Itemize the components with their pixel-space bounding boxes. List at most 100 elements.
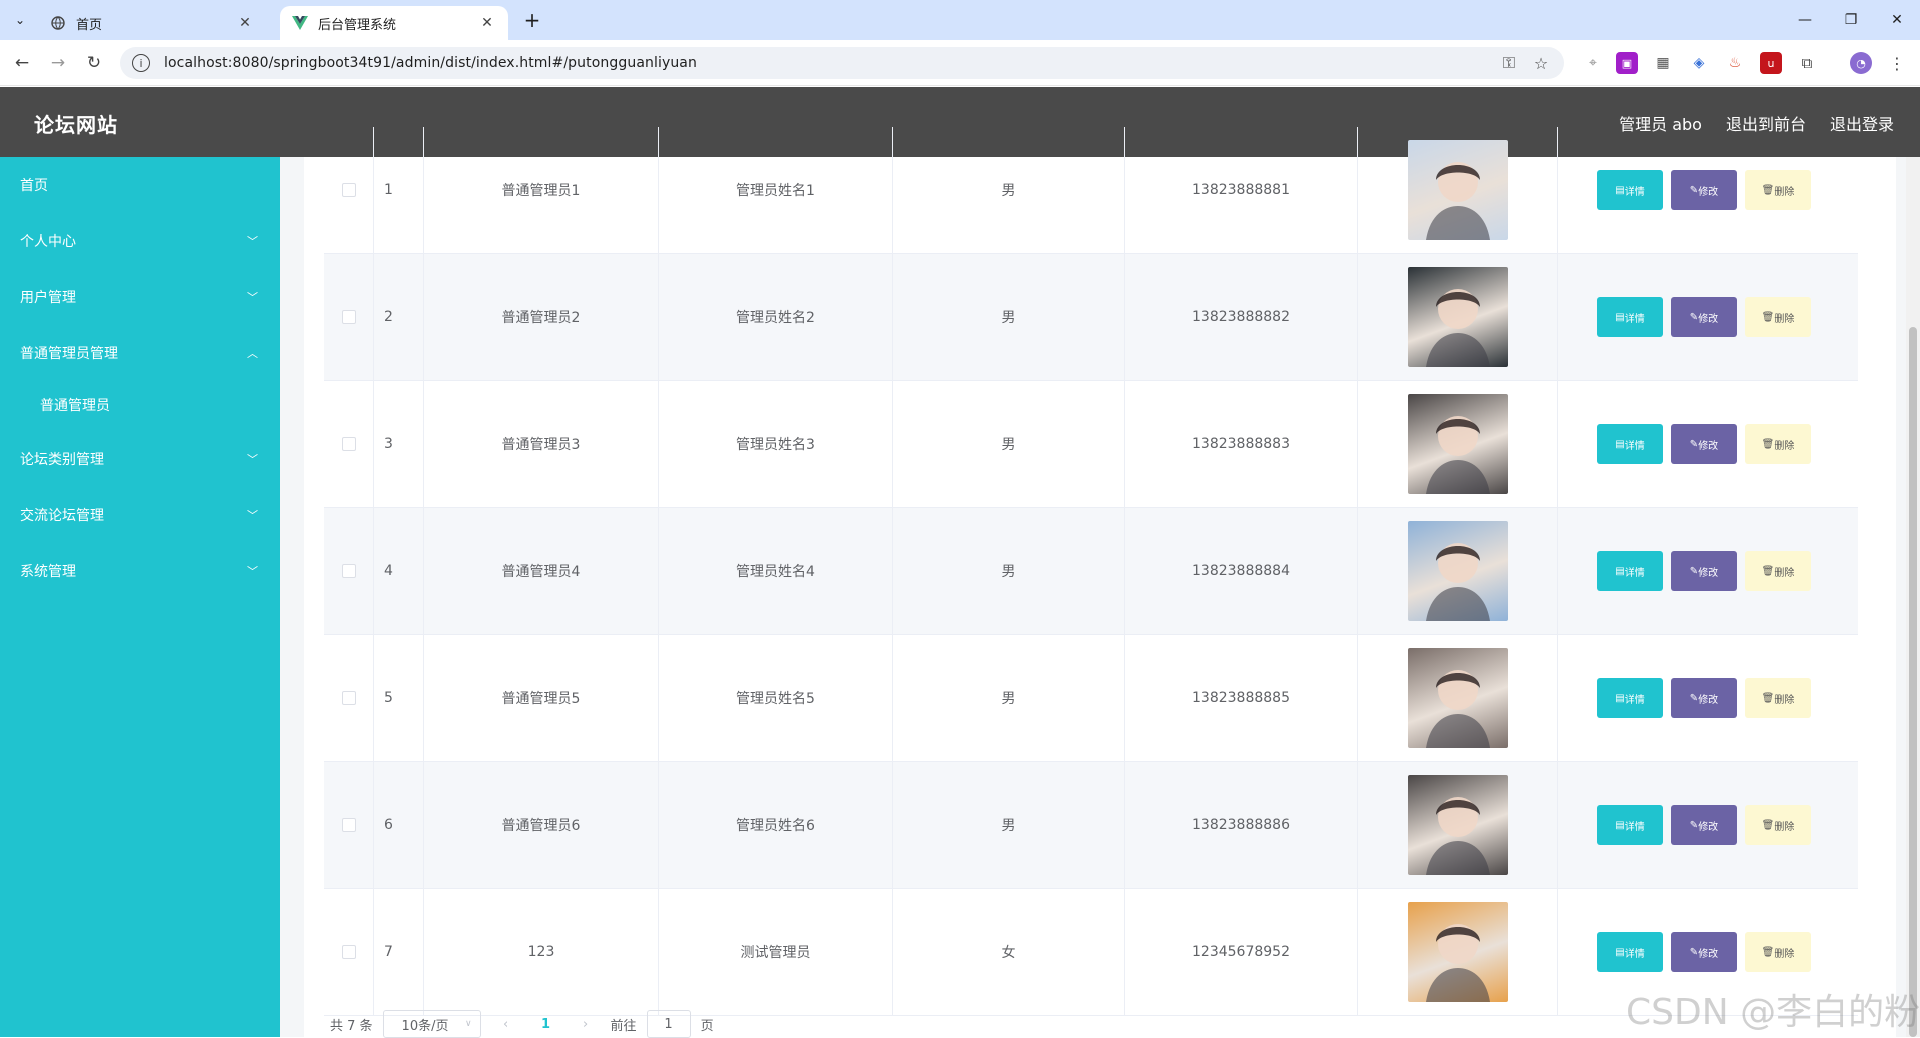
- name-text: 测试管理员: [740, 945, 811, 961]
- delete-button[interactable]: 🗑 删除: [1745, 297, 1811, 337]
- row-checkbox[interactable]: [341, 437, 356, 451]
- pencil-icon: ✎: [1689, 184, 1699, 196]
- current-page[interactable]: 1: [531, 1017, 561, 1032]
- detail-button[interactable]: ▤ 详情: [1597, 678, 1663, 718]
- trash-icon: 🗑: [1761, 819, 1775, 831]
- cell-name: 管理员姓名5: [659, 635, 893, 761]
- edit-button[interactable]: ✎ 修改: [1671, 170, 1737, 210]
- edit-button[interactable]: ✎ 修改: [1671, 551, 1737, 591]
- ublock-icon[interactable]: u: [1760, 52, 1782, 74]
- avatar: [1407, 648, 1508, 748]
- phone-text: 12345678952: [1192, 944, 1290, 960]
- restore-icon[interactable]: ❐: [1828, 0, 1874, 40]
- bookmark-star-icon[interactable]: ☆: [1530, 52, 1552, 74]
- pencil-icon: ✎: [1689, 311, 1699, 323]
- goto-page-input[interactable]: 1: [646, 1010, 691, 1038]
- extension-icon[interactable]: ♨: [1724, 52, 1746, 74]
- forward-icon[interactable]: →: [46, 51, 70, 75]
- row-checkbox[interactable]: [341, 691, 356, 705]
- close-tab-icon[interactable]: ✕: [236, 14, 254, 32]
- profile-avatar[interactable]: ◔: [1850, 52, 1872, 74]
- site-info-icon[interactable]: i: [132, 54, 150, 72]
- detail-button[interactable]: ▤ 详情: [1597, 297, 1663, 337]
- row-checkbox[interactable]: [341, 945, 356, 959]
- extension-icon[interactable]: ▣: [1616, 52, 1638, 74]
- sidebar-item-admin-management[interactable]: 普通管理员管理 ︿: [0, 325, 280, 381]
- address-bar[interactable]: i localhost:8080/springboot34t91/admin/d…: [120, 47, 1564, 79]
- chevron-down-icon: ﹀: [247, 235, 258, 248]
- prev-page-icon[interactable]: ‹: [491, 1017, 521, 1032]
- edit-button[interactable]: ✎ 修改: [1671, 424, 1737, 464]
- detail-button[interactable]: ▤ 详情: [1597, 805, 1663, 845]
- sidebar-item-label: 用户管理: [20, 290, 76, 306]
- reload-icon[interactable]: ↻: [82, 51, 106, 75]
- delete-button[interactable]: 🗑 删除: [1745, 551, 1811, 591]
- goto-label: 前往: [610, 1018, 637, 1034]
- minimize-icon[interactable]: —: [1782, 0, 1828, 40]
- edit-button[interactable]: ✎ 修改: [1671, 297, 1737, 337]
- sidebar-item-home[interactable]: 首页: [0, 157, 280, 213]
- delete-button[interactable]: 🗑 删除: [1745, 170, 1811, 210]
- cell-account: 普通管理员5: [424, 635, 659, 761]
- sidebar-item-label: 论坛类别管理: [20, 452, 104, 468]
- row-checkbox[interactable]: [341, 818, 356, 832]
- key-icon[interactable]: ⚿: [1498, 52, 1520, 74]
- name-text: 管理员姓名1: [736, 183, 815, 199]
- gender-text: 男: [1001, 818, 1016, 834]
- cell-index: 7: [374, 889, 424, 1015]
- delete-button[interactable]: 🗑 删除: [1745, 805, 1811, 845]
- browser-tab-home[interactable]: 首页 ✕: [38, 6, 266, 40]
- account-text: 普通管理员4: [501, 564, 581, 580]
- detail-button[interactable]: ▤ 详情: [1597, 170, 1663, 210]
- document-icon: ▤: [1615, 184, 1625, 196]
- page-size-select[interactable]: 10条/页 ∨: [382, 1010, 481, 1038]
- detail-button[interactable]: ▤ 详情: [1597, 932, 1663, 972]
- close-window-icon[interactable]: ✕: [1874, 0, 1920, 40]
- page-scrollbar[interactable]: [1906, 157, 1920, 1037]
- actions-cell: ▤ 详情 ✎ 修改 🗑 删除: [1558, 127, 1858, 253]
- close-tab-icon[interactable]: ✕: [478, 14, 496, 32]
- account-text: 普通管理员2: [501, 310, 581, 326]
- new-tab-button[interactable]: +: [520, 8, 544, 32]
- sidebar-subitem-admin[interactable]: 普通管理员: [0, 377, 280, 433]
- cursor-extension-icon[interactable]: ⌖: [1582, 52, 1604, 74]
- delete-button[interactable]: 🗑 删除: [1745, 424, 1811, 464]
- detail-button[interactable]: ▤ 详情: [1597, 551, 1663, 591]
- cell-phone: 13823888886: [1125, 762, 1358, 888]
- button-label: 详情: [1624, 948, 1645, 960]
- cell-index: 5: [374, 635, 424, 761]
- avatar-cell: [1358, 508, 1558, 634]
- delete-button[interactable]: 🗑 删除: [1745, 932, 1811, 972]
- delete-button[interactable]: 🗑 删除: [1745, 678, 1811, 718]
- row-checkbox[interactable]: [341, 564, 356, 578]
- index-text: 4: [384, 563, 393, 579]
- cell-index: 6: [374, 762, 424, 888]
- pencil-icon: ✎: [1689, 819, 1699, 831]
- sidebar-item-system-management[interactable]: 系统管理 ﹀: [0, 543, 280, 599]
- extension-icon[interactable]: ◈: [1688, 52, 1710, 74]
- next-page-icon[interactable]: ›: [571, 1017, 601, 1032]
- sidebar-item-personal-center[interactable]: 个人中心 ﹀: [0, 213, 280, 269]
- cell-index: 2: [374, 254, 424, 380]
- browser-tab-admin[interactable]: 后台管理系统 ✕: [280, 6, 508, 40]
- row-checkbox[interactable]: [341, 183, 356, 197]
- edit-button[interactable]: ✎ 修改: [1671, 678, 1737, 718]
- extensions-puzzle-icon[interactable]: ⧉: [1796, 52, 1818, 74]
- document-icon: ▤: [1615, 565, 1625, 577]
- avatar: [1407, 394, 1508, 494]
- sidebar-item-user-management[interactable]: 用户管理 ﹀: [0, 269, 280, 325]
- edit-button[interactable]: ✎ 修改: [1671, 805, 1737, 845]
- tab-search-icon[interactable]: ⌄: [8, 8, 32, 32]
- back-icon[interactable]: ←: [10, 51, 34, 75]
- row-checkbox[interactable]: [341, 310, 356, 324]
- sidebar-item-forum-management[interactable]: 交流论坛管理 ﹀: [0, 487, 280, 543]
- edit-button[interactable]: ✎ 修改: [1671, 932, 1737, 972]
- button-label: 修改: [1698, 313, 1719, 325]
- avatar: [1407, 902, 1508, 1002]
- more-menu-icon[interactable]: ⋮: [1886, 52, 1908, 74]
- sidebar-item-forum-category[interactable]: 论坛类别管理 ﹀: [0, 431, 280, 487]
- detail-button[interactable]: ▤ 详情: [1597, 424, 1663, 464]
- scrollbar-thumb[interactable]: [1909, 327, 1917, 1037]
- extension-icon[interactable]: ▦: [1652, 52, 1674, 74]
- watermark-text: CSDN @李白的粉: [1626, 992, 1920, 1033]
